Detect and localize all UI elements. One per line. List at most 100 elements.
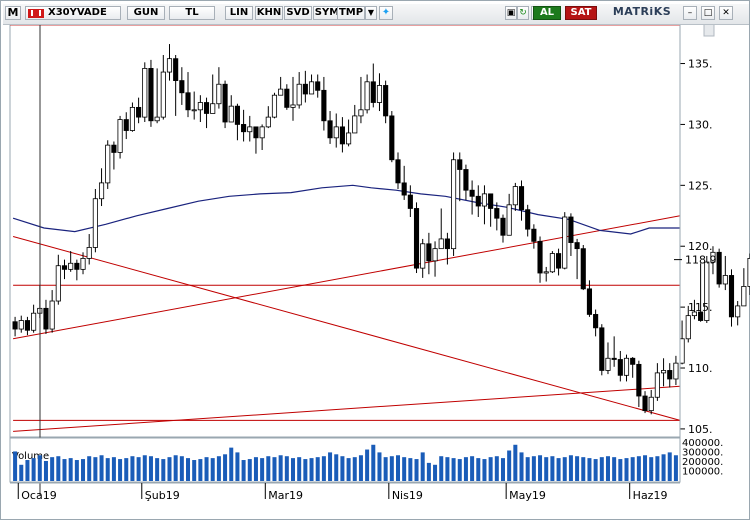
volume-bar [340, 456, 345, 481]
price-axis: 135. 130. 125. 120. 115. 110. 105. [679, 25, 713, 437]
candle-body [271, 94, 278, 118]
volume-bar [179, 456, 184, 481]
dropdown-arrow-icon[interactable]: ▼ [365, 6, 377, 20]
volume-bar [531, 456, 536, 481]
svd-button[interactable]: SVD [284, 6, 312, 20]
volume-bar [142, 455, 147, 481]
candle-body [191, 109, 197, 112]
candle-body [617, 359, 623, 376]
volume-bar [544, 457, 549, 481]
candle-body [481, 193, 488, 207]
volume-bar [186, 458, 191, 481]
volume-bar [62, 459, 67, 481]
volume-bar [130, 456, 135, 481]
volume-bar [636, 456, 641, 481]
scale-button[interactable]: LIN [225, 6, 253, 20]
candle-body [623, 357, 630, 376]
candle-body [142, 68, 148, 118]
volume-bar [673, 455, 678, 481]
volume-bar [37, 455, 42, 481]
period-button[interactable]: GUN [127, 6, 165, 20]
price-tick-label: 120. [688, 240, 713, 253]
volume-bar [365, 449, 370, 481]
volume-bar [568, 455, 573, 481]
candle-body [568, 216, 574, 243]
twitter-icon[interactable]: ✦ [379, 6, 393, 20]
candle-body [117, 119, 123, 153]
candle-body [580, 248, 586, 290]
khn-button[interactable]: KHN [255, 6, 283, 20]
volume-axis: 400000.300000.200000.100000. [682, 438, 723, 478]
price-scroll-up-button[interactable] [703, 25, 715, 37]
volume-bar [260, 458, 265, 481]
candle-body [364, 81, 370, 111]
volume-bar [173, 455, 178, 481]
candle-body [506, 204, 512, 236]
candle-body [197, 102, 203, 111]
candle-body [574, 242, 580, 250]
volume-bar [321, 456, 326, 481]
maximize-icon[interactable]: □ [701, 6, 715, 20]
volume-bar [439, 456, 444, 481]
tmp-button[interactable]: TMP [337, 6, 365, 20]
candle-body [339, 126, 345, 145]
volume-bar [74, 460, 79, 481]
volume-bar [216, 456, 221, 481]
volume-bar [235, 452, 240, 481]
volume-bar [500, 458, 505, 481]
volume-bar [352, 457, 357, 481]
candle-body [278, 88, 284, 96]
refresh-icon[interactable]: ↻ [517, 6, 529, 20]
volume-bar [482, 459, 487, 481]
currency-button[interactable]: TL [169, 6, 215, 20]
candle-body [129, 106, 135, 131]
candle-body [61, 265, 68, 270]
date-tick-label: Şub19 [145, 489, 180, 502]
candle-body [438, 238, 444, 250]
volume-bar [19, 464, 24, 481]
chart-window: M X30YVADE GUN TL LIN KHN SVD SYM TMP ▼ … [0, 0, 750, 520]
sell-button[interactable]: SAT [565, 6, 597, 20]
candle-body [247, 126, 253, 133]
price-tick-label: 135. [688, 58, 713, 71]
buy-button[interactable]: AL [533, 6, 561, 20]
volume-bar [420, 452, 425, 481]
candle-body [333, 126, 339, 139]
volume-bar [562, 457, 567, 481]
volume-bar [605, 456, 610, 481]
candle-body [222, 83, 228, 123]
candle-body [432, 248, 438, 262]
minimize-icon[interactable]: – [683, 6, 697, 20]
price-chart[interactable]: 135. 130. 125. 120. 115. 110. 105. 118.9 Volum… [2, 25, 750, 519]
volume-bar [556, 458, 561, 481]
volume-bar [649, 457, 654, 481]
brand-logo: MATRiKS [612, 5, 672, 18]
volume-bar [457, 459, 462, 481]
candle-body [370, 81, 376, 103]
volume-bar [525, 457, 530, 481]
candle-body [259, 126, 265, 139]
candle-body [296, 83, 302, 106]
candle-body [154, 116, 160, 122]
candle-body [586, 288, 593, 315]
candle-body [308, 81, 315, 95]
volume-bar [253, 457, 258, 481]
date-tick-label: May19 [509, 489, 546, 502]
price-tick-label: 130. [688, 118, 713, 131]
candle-body [327, 120, 333, 139]
volume-bar [229, 447, 234, 481]
volume-bar [433, 464, 438, 481]
candle-body [599, 327, 605, 371]
volume-bar [612, 457, 617, 481]
candle-body [160, 71, 166, 118]
volume-bar [198, 459, 203, 481]
candle-body [636, 363, 642, 397]
close-icon[interactable]: ✕ [719, 6, 733, 20]
lock-icon[interactable]: ▣ [505, 6, 517, 20]
candle-body [352, 115, 358, 134]
volume-bar [538, 455, 543, 481]
menu-m-button[interactable]: M [5, 6, 21, 20]
candle-body [722, 275, 728, 285]
symbol-selector[interactable]: X30YVADE [25, 6, 121, 20]
candle-body [549, 253, 555, 273]
